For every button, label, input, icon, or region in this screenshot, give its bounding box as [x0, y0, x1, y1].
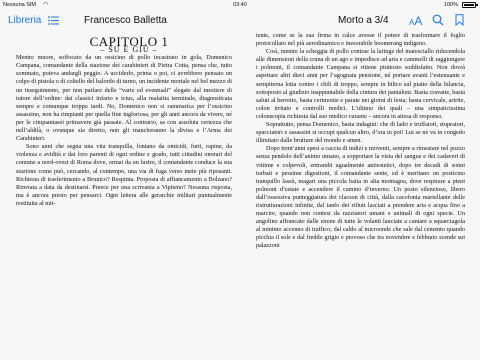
battery-percent: 100%: [443, 2, 458, 8]
list-icon[interactable]: [48, 16, 59, 25]
left-page: CAPITOLO 1 – SU E GIÙ – Mentre muore, so…: [16, 35, 232, 208]
chapter-subtitle: – SU E GIÙ –: [100, 45, 158, 55]
paragraph: Dopo trent’anni spesi a caccia di indizi…: [256, 145, 465, 250]
font-size-icon[interactable]: AA: [409, 12, 422, 30]
chapter-progress: Morto a 3/4: [338, 15, 389, 26]
font-large-label[interactable]: A: [414, 14, 422, 28]
status-bar: Nessuna SIM ◠ 03:40 100%: [0, 0, 480, 10]
search-icon[interactable]: [432, 14, 444, 26]
clock: 03:40: [233, 2, 247, 8]
right-page: tente, come se la sua firma in calce ave…: [256, 32, 465, 251]
reader-toolbar: Libreria Francesco Balletta Morto a 3/4 …: [0, 10, 480, 32]
paragraph: Soprattutto, pensa Domenico, basta indag…: [256, 121, 465, 145]
library-button[interactable]: Libreria: [8, 15, 41, 26]
paragraph: Così, mentre la scheggia di pollo contra…: [256, 48, 465, 120]
book-author: Francesco Balletta: [84, 15, 167, 26]
paragraph: tente, come se la sua firma in calce ave…: [256, 32, 465, 48]
paragraph: Mentre muore, soffocato da un ossicino d…: [16, 54, 232, 143]
battery-icon: [462, 2, 478, 8]
paragraph: Sono anni che segna una vita tranquilla,…: [16, 143, 232, 207]
bookmark-icon[interactable]: [455, 14, 464, 26]
